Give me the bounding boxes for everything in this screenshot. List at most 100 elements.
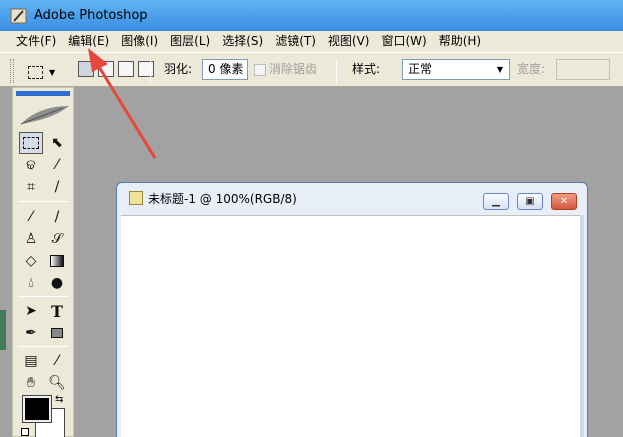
selection-mode-group — [78, 61, 154, 77]
stamp-icon: ♙ — [24, 231, 38, 247]
dodge-tool[interactable]: ● — [45, 272, 69, 294]
document-title: 未标题-1 @ 100%(RGB/8) — [148, 191, 297, 206]
options-separator — [150, 59, 151, 83]
dropdown-arrow-icon: ▼ — [49, 67, 56, 77]
document-canvas[interactable] — [121, 215, 583, 437]
new-selection-button[interactable] — [78, 61, 94, 77]
style-select-value: 正常 — [408, 62, 433, 76]
document-window: 未标题-1 @ 100%(RGB/8) ▁ ▣ ✕ — [116, 182, 588, 437]
crop-tool[interactable]: ⌗ — [19, 176, 43, 198]
chevron-down-icon: ▼ — [496, 65, 503, 74]
menu-select[interactable]: 选择(S) — [216, 32, 269, 51]
move-tool[interactable]: ⬉ — [45, 132, 69, 154]
width-input[interactable] — [556, 59, 610, 80]
foreground-color-swatch[interactable] — [22, 395, 52, 423]
arrow-cursor-icon: ➤ — [25, 303, 37, 319]
close-icon: ✕ — [559, 196, 569, 207]
close-button[interactable]: ✕ — [551, 193, 577, 210]
type-icon: T — [51, 301, 63, 321]
restore-button[interactable]: ▣ — [517, 193, 543, 210]
eraser-icon: ◇ — [25, 253, 37, 269]
palette-title-bar[interactable] — [16, 91, 70, 96]
menu-view[interactable]: 视图(V) — [322, 32, 376, 51]
note-icon: ▤ — [24, 353, 38, 369]
bandage-icon: ⁄ — [29, 209, 33, 225]
style-select[interactable]: 正常 ▼ — [402, 59, 510, 80]
desktop-edge — [0, 310, 6, 350]
feather-logo-icon — [19, 102, 71, 126]
menu-image[interactable]: 图像(I) — [115, 32, 164, 51]
title-bar: Adobe Photoshop — [0, 0, 623, 31]
window-title: Adobe Photoshop — [34, 8, 148, 23]
antialias-label: 消除锯齿 — [269, 62, 318, 76]
blur-tool[interactable]: 💧︎ — [19, 272, 43, 294]
history-brush-tool[interactable]: 𝒮 — [45, 228, 69, 250]
eyedropper-icon: ⁄ — [55, 353, 59, 369]
shape-tool[interactable] — [45, 322, 69, 344]
menu-edit[interactable]: 编辑(E) — [62, 32, 115, 51]
eyedropper-tool[interactable]: ⁄ — [45, 350, 69, 372]
slice-icon: / — [54, 179, 60, 195]
lasso-icon: ଢ — [26, 157, 36, 173]
style-label: 样式: — [352, 62, 381, 76]
crop-icon: ⌗ — [27, 179, 35, 195]
marquee-icon — [23, 137, 39, 149]
feather-input[interactable]: 0 像素 — [202, 59, 248, 80]
droplet-icon: 💧︎ — [28, 275, 34, 291]
tool-separator — [18, 346, 68, 347]
restore-icon: ▣ — [525, 196, 535, 207]
menu-help[interactable]: 帮助(H) — [433, 32, 487, 51]
magic-wand-tool[interactable]: ⁄ — [45, 154, 69, 176]
antialias-checkbox[interactable] — [254, 62, 266, 76]
slice-tool[interactable]: / — [45, 176, 69, 198]
path-selection-tool[interactable]: ➤ — [19, 300, 43, 322]
swap-colors-icon[interactable]: ⇆ — [55, 394, 63, 405]
tool-separator — [18, 201, 68, 202]
feather-label: 羽化: — [164, 62, 193, 76]
dodge-icon: ● — [50, 275, 64, 291]
rect-marquee-tool[interactable] — [19, 132, 43, 154]
hand-icon: ✋︎ — [27, 375, 35, 391]
lasso-tool[interactable]: ଢ — [19, 154, 43, 176]
rectangle-shape-icon — [51, 328, 63, 338]
type-tool[interactable]: T — [45, 300, 69, 322]
menu-layer[interactable]: 图层(L) — [164, 32, 216, 51]
tools-palette: ⬉ ଢ ⁄ ⌗ / ⁄ / ♙ 𝒮 ◇ 💧︎ ● ➤ T ✒ ▤ ⁄ ✋︎ 🔍︎… — [12, 87, 74, 437]
magic-wand-icon: ⁄ — [55, 157, 59, 173]
move-icon: ⬉ — [51, 135, 63, 151]
tool-separator — [18, 296, 68, 297]
width-label: 宽度: — [517, 62, 546, 76]
clone-stamp-tool[interactable]: ♙ — [19, 228, 43, 250]
hand-tool[interactable]: ✋︎ — [19, 372, 43, 394]
pen-icon: ✒ — [25, 325, 37, 341]
gradient-icon — [50, 255, 64, 267]
menu-file[interactable]: 文件(F) — [10, 32, 62, 51]
rect-marquee-icon — [28, 65, 43, 79]
history-brush-icon: 𝒮 — [51, 231, 63, 247]
photoshop-feather-icon — [10, 7, 28, 25]
options-bar: ▼ 羽化: 0 像素 消除锯齿 样式: 正常 ▼ 宽度: — [0, 52, 623, 87]
add-selection-button[interactable] — [98, 61, 114, 77]
minimize-icon: ▁ — [492, 196, 500, 207]
minimize-button[interactable]: ▁ — [483, 193, 509, 210]
zoom-tool[interactable]: 🔍︎ — [45, 372, 69, 394]
document-icon — [129, 191, 143, 205]
pen-tool[interactable]: ✒ — [19, 322, 43, 344]
document-frame-edge — [580, 215, 584, 437]
intersect-selection-button[interactable] — [138, 61, 154, 77]
menu-filter[interactable]: 滤镜(T) — [269, 32, 322, 51]
tool-preset-picker[interactable]: ▼ — [28, 62, 68, 82]
subtract-selection-button[interactable] — [118, 61, 134, 77]
options-separator — [336, 59, 337, 83]
magnifier-icon: 🔍︎ — [48, 375, 66, 391]
default-colors-icon[interactable] — [21, 428, 29, 436]
left-margin — [0, 87, 12, 437]
brush-tool[interactable]: / — [45, 206, 69, 228]
gradient-tool[interactable] — [45, 250, 69, 272]
healing-brush-tool[interactable]: ⁄ — [19, 206, 43, 228]
options-gripper[interactable] — [10, 59, 14, 83]
menu-window[interactable]: 窗口(W) — [375, 32, 432, 51]
eraser-tool[interactable]: ◇ — [19, 250, 43, 272]
brush-icon: / — [54, 209, 60, 225]
notes-tool[interactable]: ▤ — [19, 350, 43, 372]
